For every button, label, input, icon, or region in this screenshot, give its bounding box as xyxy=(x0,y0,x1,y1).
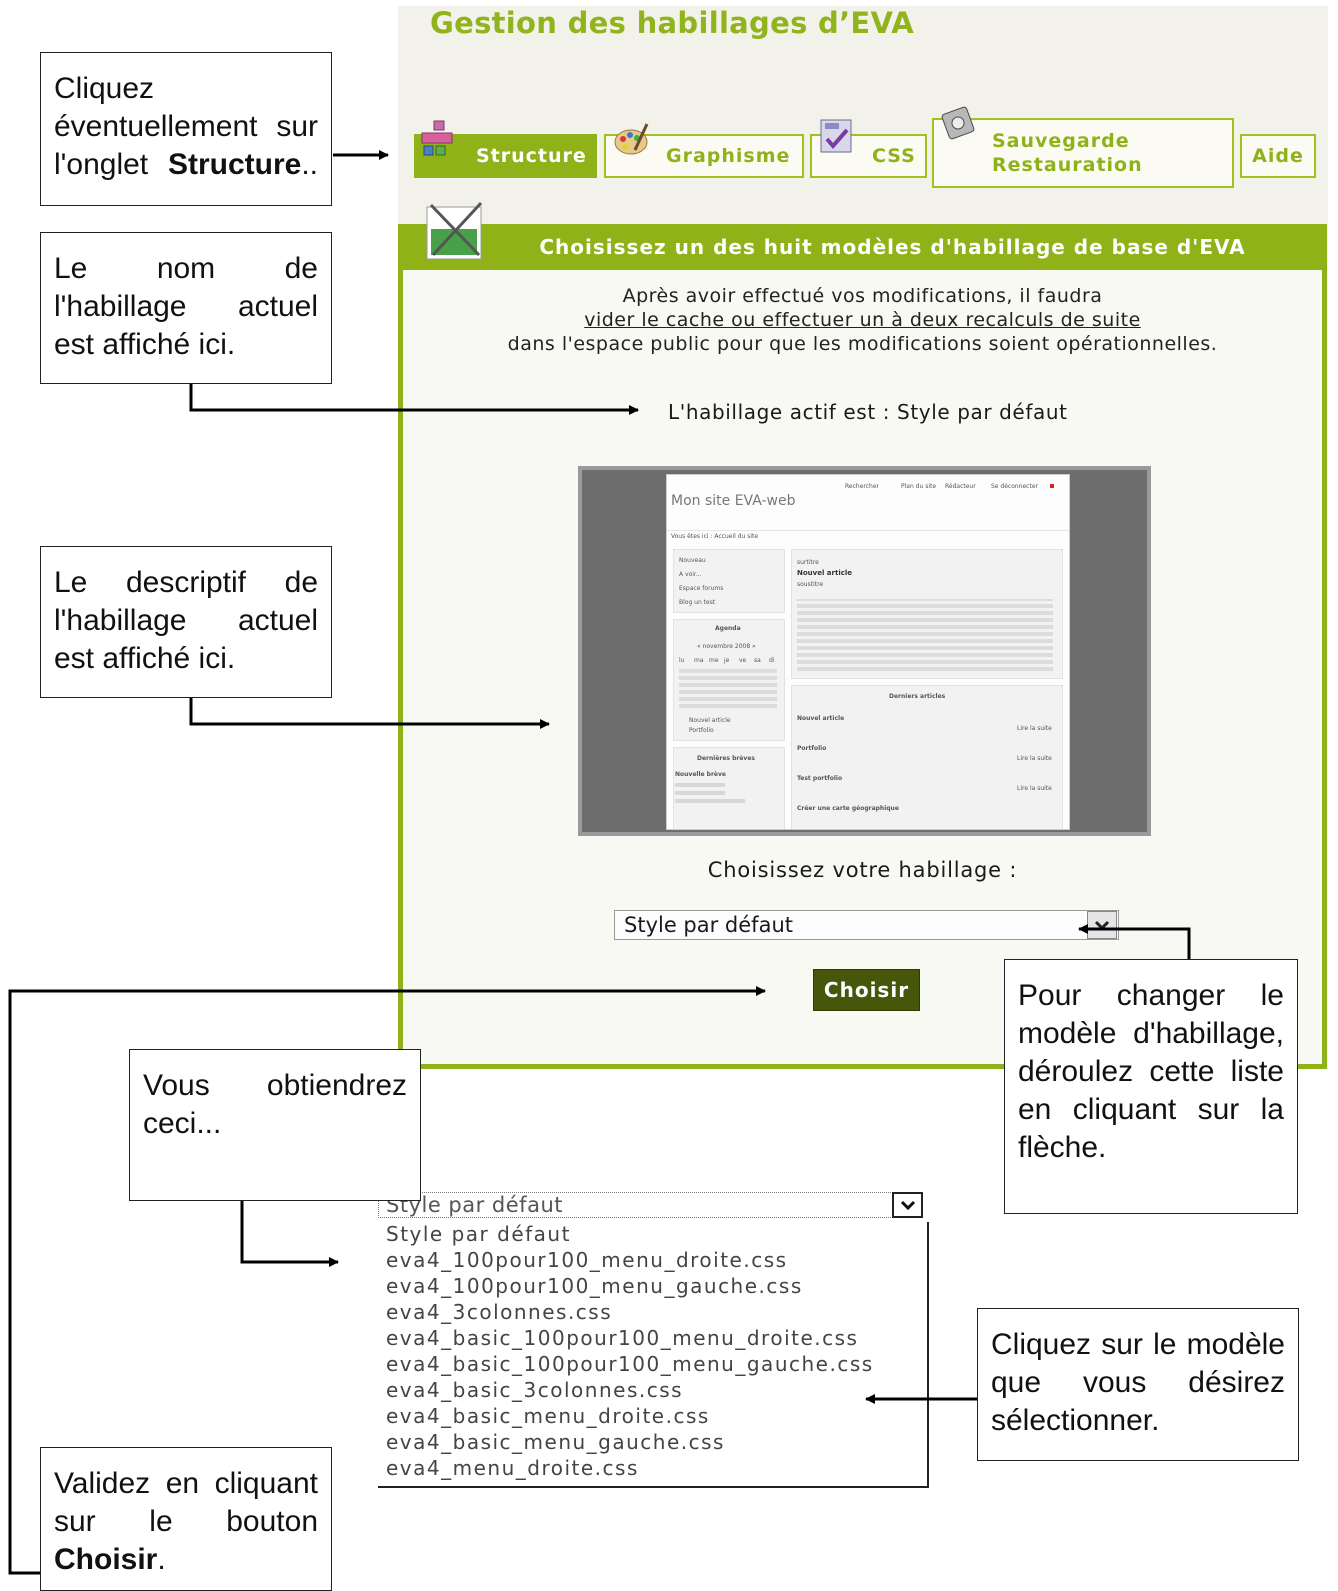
arrow-descriptif xyxy=(189,698,550,729)
callout-arrows xyxy=(8,150,1191,1575)
arrow-obtain xyxy=(240,1201,339,1267)
arrow-validate xyxy=(8,986,766,1575)
arrow-name xyxy=(189,384,639,415)
arrow-change xyxy=(1078,924,1191,959)
